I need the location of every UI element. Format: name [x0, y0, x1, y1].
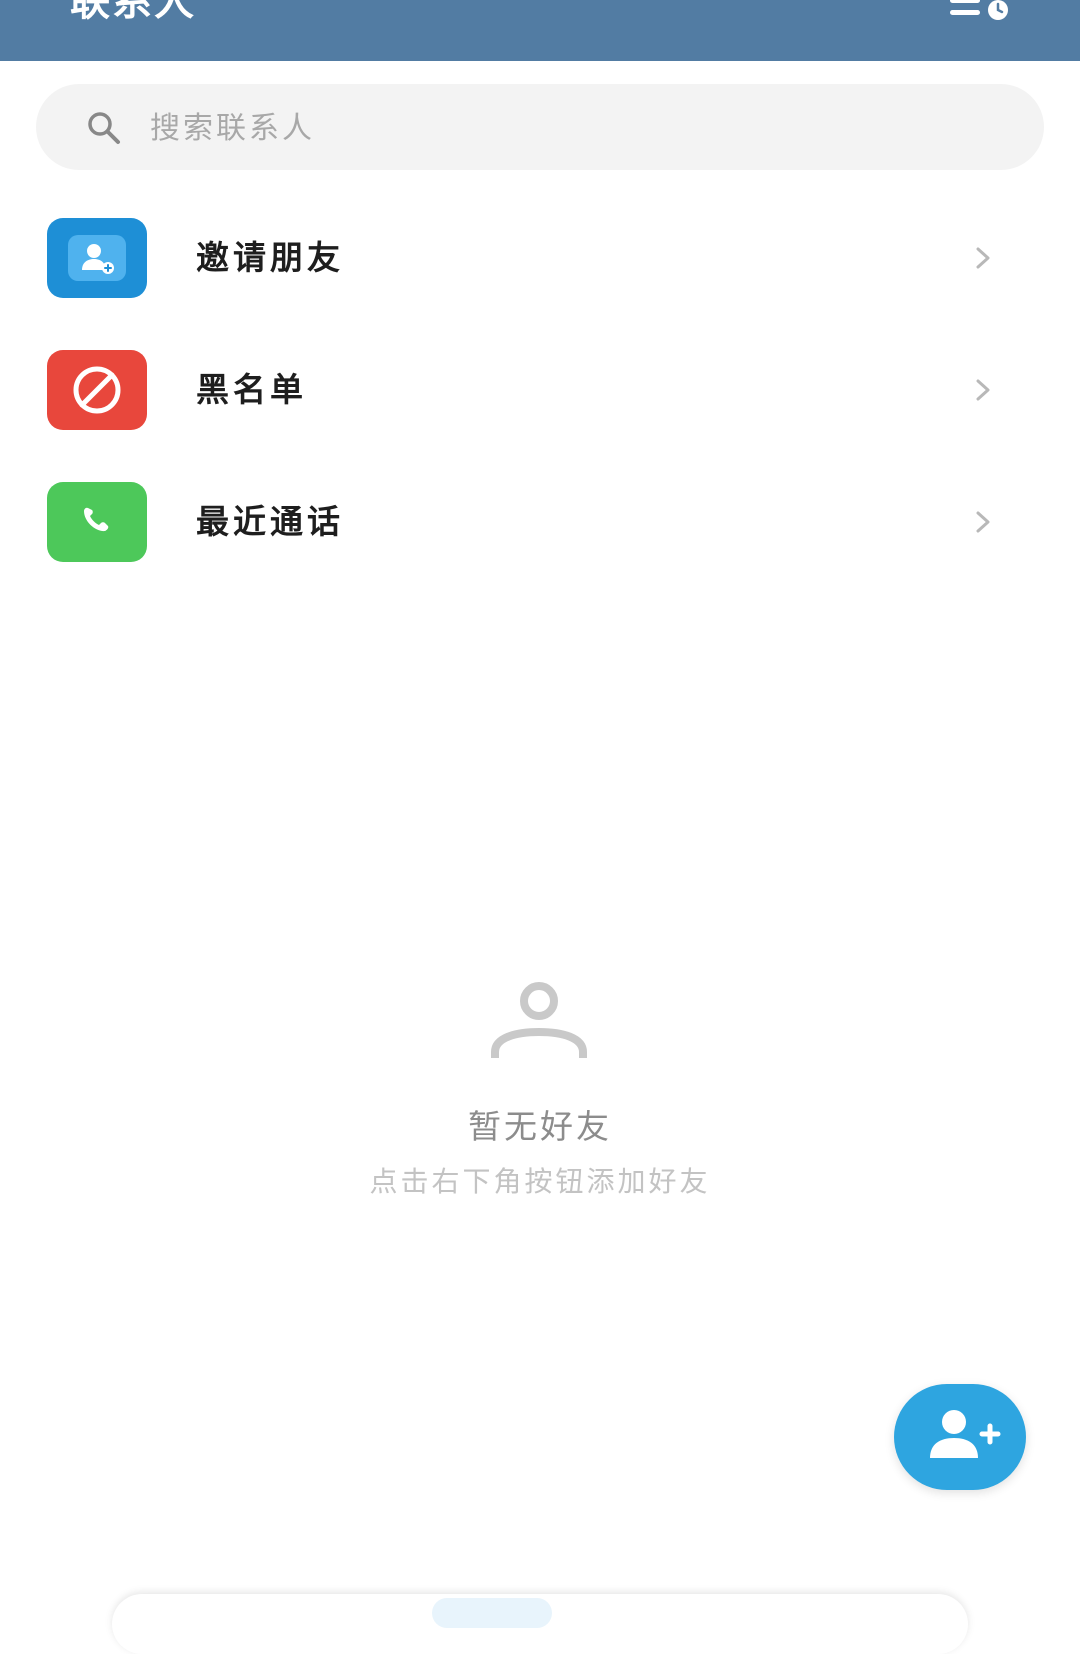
menu-item-label: 最近通话 [196, 502, 344, 541]
menu-item-blacklist[interactable]: 黑名单 [0, 330, 1080, 450]
add-user-icon [930, 1410, 1001, 1458]
bottom-nav-active-tab[interactable] [432, 1598, 552, 1628]
chevron-right-icon [973, 377, 993, 403]
list-clock-icon[interactable] [946, 0, 1016, 28]
page-title: 联系人 [70, 0, 196, 25]
chevron-right-icon [973, 245, 993, 271]
phone-icon [47, 482, 147, 562]
chevron-right-icon [973, 509, 993, 535]
invite-user-icon [47, 218, 147, 298]
menu-item-label: 黑名单 [196, 370, 307, 409]
menu-item-recent-calls[interactable]: 最近通话 [0, 462, 1080, 582]
bottom-nav-bar [112, 1594, 968, 1654]
menu-item-label: 邀请朋友 [196, 238, 344, 277]
empty-state-hint: 点击右下角按钮添加好友 [369, 1165, 711, 1198]
person-outline-icon [489, 982, 589, 1062]
block-icon [47, 350, 147, 430]
app-header: 联系人 [0, 0, 1080, 61]
search-input[interactable] [150, 108, 970, 148]
search-icon [86, 110, 122, 146]
empty-state-title: 暂无好友 [468, 1107, 612, 1146]
menu-item-invite-friends[interactable]: 邀请朋友 [0, 198, 1080, 318]
add-friend-button[interactable] [894, 1384, 1026, 1490]
